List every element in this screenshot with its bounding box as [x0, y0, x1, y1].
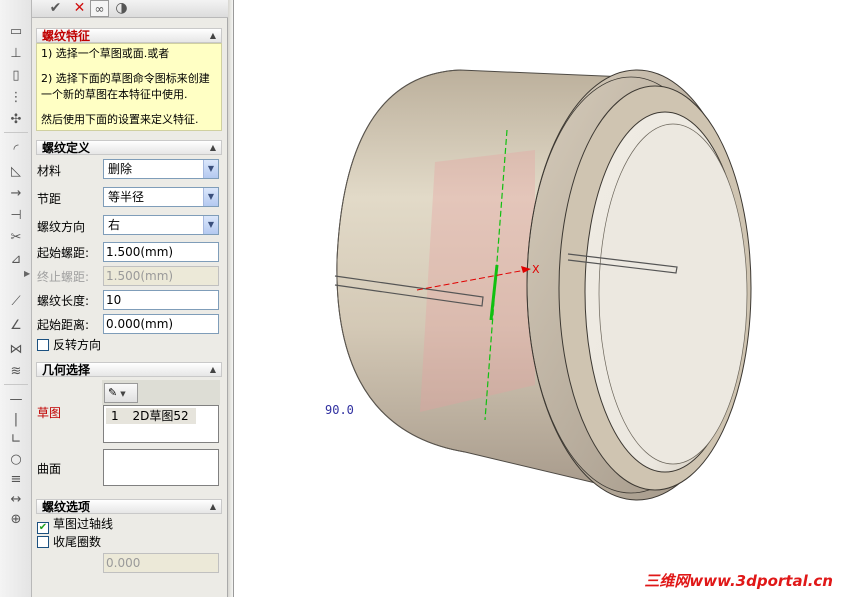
- tangent-icon[interactable]: ○: [6, 450, 26, 468]
- face-listbox[interactable]: [103, 449, 219, 486]
- help-line-1: 1) 选择一个草图或面.或者: [41, 47, 170, 60]
- draft-icon[interactable]: ⊿: [6, 250, 26, 268]
- axis-x-label: X: [532, 263, 540, 276]
- tail-turns-row[interactable]: 收尾圈数: [37, 534, 101, 550]
- fix-icon[interactable]: ⊕: [6, 510, 26, 528]
- geometry-section-header[interactable]: 几何选择 ▲: [36, 362, 222, 377]
- half-circle-icon[interactable]: ◑: [112, 0, 131, 17]
- property-panel: ✔ ✕ ∞ ◑ 螺纹特征 ▲ 1) 选择一个草图或面.或者 2) 选择下面的草图…: [32, 0, 228, 597]
- pitch-select[interactable]: 等半径 ▼: [103, 187, 219, 207]
- material-value: 删除: [108, 162, 133, 176]
- thread-definition-title: 螺纹定义: [42, 141, 91, 155]
- collapse-icon[interactable]: ▲: [210, 29, 216, 43]
- tail-turns-input: 0.000: [103, 553, 219, 573]
- left-toolstrip: ▭ ⊥ ▯ ⋮ ✣ ◜ ◺ → ⊣ ✂ ⊿ ▶ ⟋ ∠ ⋈ ≋ — | ∟ ○ …: [0, 0, 32, 597]
- 3d-viewport[interactable]: X 90.0: [235, 0, 853, 597]
- extrude-icon[interactable]: ▭: [6, 22, 26, 40]
- sketch-listbox[interactable]: 1 2D草图52: [103, 405, 219, 443]
- dimension-icon[interactable]: ↔: [6, 490, 26, 508]
- end-pitch-input: 1.500(mm): [103, 266, 219, 286]
- sketch-item-name: 2D草图52: [132, 409, 189, 423]
- through-axis-checkbox[interactable]: ✔: [37, 522, 49, 534]
- check-icon[interactable]: ✔: [46, 0, 65, 17]
- sketch-edit-icon: ✎: [108, 386, 118, 399]
- panel-splitter[interactable]: [228, 0, 234, 597]
- face-label: 曲面: [37, 462, 62, 476]
- fillet-icon[interactable]: ◜: [6, 140, 26, 158]
- start-distance-label: 起始距离:: [37, 318, 90, 332]
- sketch-list-item[interactable]: 1 2D草图52: [106, 408, 196, 424]
- help-section-header[interactable]: 螺纹特征 ▲: [36, 28, 222, 43]
- toolstrip-divider: [4, 384, 28, 385]
- chevron-down-icon[interactable]: ▼: [203, 188, 218, 206]
- angle-icon[interactable]: ∠: [6, 316, 26, 334]
- collapse-icon[interactable]: ▲: [210, 500, 216, 514]
- toolstrip-divider: [4, 132, 28, 133]
- help-line-3: 然后使用下面的设置来定义特征.: [41, 113, 199, 126]
- chamfer-icon[interactable]: ◺: [6, 162, 26, 180]
- sketch-label: 草图: [37, 406, 62, 420]
- horizontal-icon[interactable]: —: [6, 390, 26, 408]
- direction-select[interactable]: 右 ▼: [103, 215, 219, 235]
- chevron-down-icon[interactable]: ▼: [203, 160, 218, 178]
- direction-value: 右: [108, 218, 121, 232]
- equal-icon[interactable]: ≡: [6, 470, 26, 488]
- tail-turns-label: 收尾圈数: [53, 535, 102, 549]
- mirror-icon[interactable]: ⋈: [6, 340, 26, 358]
- help-line-2: 2) 选择下面的草图命令图标来创建一个新的草图在本特征中使用.: [41, 72, 210, 101]
- through-axis-row[interactable]: ✔ 草图过轴线: [37, 516, 113, 534]
- thread-options-title: 螺纹选项: [42, 500, 91, 514]
- split-icon[interactable]: ⊣: [6, 206, 26, 224]
- inner-bore-wall: [598, 123, 748, 465]
- reverse-direction-checkbox[interactable]: [37, 339, 49, 351]
- tail-turns-checkbox[interactable]: [37, 536, 49, 548]
- material-select[interactable]: 删除 ▼: [103, 159, 219, 179]
- thread-length-input[interactable]: 10: [103, 290, 219, 310]
- collapse-icon[interactable]: ▲: [210, 141, 216, 155]
- reverse-direction-label: 反转方向: [53, 338, 102, 352]
- chevron-down-icon[interactable]: ▼: [203, 216, 218, 234]
- collapse-icon[interactable]: ▲: [210, 363, 216, 377]
- close-icon[interactable]: ✕: [70, 0, 89, 17]
- sketch-item-index: 1: [111, 409, 119, 423]
- caret-down-icon: ▼: [120, 390, 126, 398]
- model-canvas[interactable]: X 90.0: [235, 0, 853, 597]
- direction-label: 螺纹方向: [37, 220, 86, 234]
- dimension-text: 90.0: [325, 403, 354, 417]
- start-pitch-label: 起始螺距:: [37, 246, 90, 260]
- line-icon[interactable]: →: [6, 184, 26, 202]
- sketch-plane[interactable]: [420, 150, 535, 412]
- vertical-icon[interactable]: |: [6, 410, 26, 428]
- pattern-icon[interactable]: ⋮: [6, 88, 26, 106]
- help-box: 1) 选择一个草图或面.或者 2) 选择下面的草图命令图标来创建一个新的草图在本…: [36, 43, 222, 131]
- geometry-title: 几何选择: [42, 363, 91, 377]
- material-label: 材料: [37, 164, 62, 178]
- panel-toolbar: ✔ ✕ ∞ ◑: [32, 0, 228, 18]
- wave-icon[interactable]: ≋: [6, 362, 26, 380]
- reverse-direction-row[interactable]: 反转方向: [37, 337, 101, 353]
- move-icon[interactable]: ✣: [6, 110, 26, 128]
- sketch-create-button[interactable]: ✎ ▼: [104, 383, 138, 403]
- end-pitch-label: 终止螺距:: [37, 270, 90, 284]
- expand-arrow-icon[interactable]: ▶: [24, 268, 32, 280]
- thread-options-header[interactable]: 螺纹选项 ▲: [36, 499, 222, 514]
- perpendicular-icon[interactable]: ∟: [6, 430, 26, 448]
- offset-icon[interactable]: ⟋: [6, 292, 26, 310]
- pitch-value: 等半径: [108, 190, 145, 204]
- start-pitch-input[interactable]: 1.500(mm): [103, 242, 219, 262]
- start-distance-input[interactable]: 0.000(mm): [103, 314, 219, 334]
- revolve-icon[interactable]: ⊥: [6, 44, 26, 62]
- thread-definition-header[interactable]: 螺纹定义 ▲: [36, 140, 222, 155]
- help-title: 螺纹特征: [42, 29, 91, 43]
- shell-icon[interactable]: ▯: [6, 66, 26, 84]
- through-axis-label: 草图过轴线: [53, 517, 114, 531]
- glasses-icon[interactable]: ∞: [90, 0, 109, 17]
- trim-icon[interactable]: ✂: [6, 228, 26, 246]
- site-watermark: 三维网www.3dportal.cn: [644, 572, 833, 590]
- pitch-label: 节距: [37, 192, 62, 206]
- thread-length-label: 螺纹长度:: [37, 294, 90, 308]
